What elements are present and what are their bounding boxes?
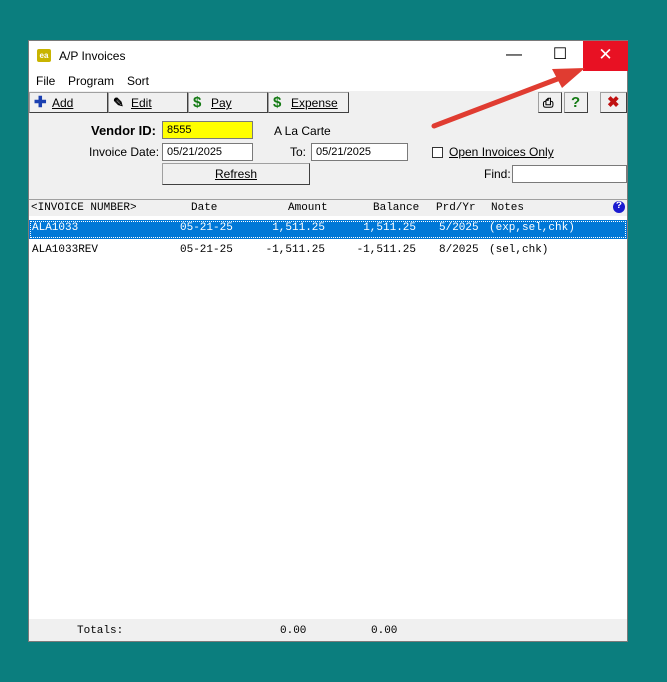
red-arrow-annotation <box>431 68 585 129</box>
